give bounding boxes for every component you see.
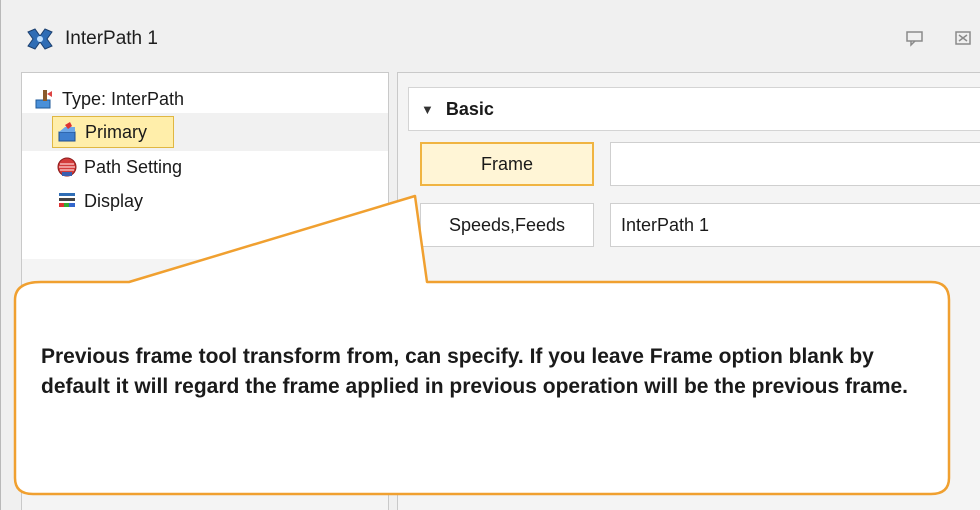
callout-text: Previous frame tool transform from, can …: [41, 345, 909, 398]
callout-bubble: [13, 194, 951, 496]
dialog-window: InterPath 1 Type: InterPath Primary Path…: [0, 0, 980, 510]
